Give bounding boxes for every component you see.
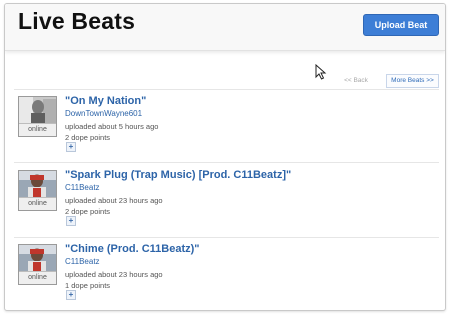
dope-points: 1 dope points xyxy=(65,281,111,290)
beat-item: online "Spark Plug (Trap Music) [Prod. C… xyxy=(5,169,445,238)
upload-time: uploaded about 23 hours ago xyxy=(65,270,163,279)
mouse-cursor-icon xyxy=(315,64,327,80)
avatar[interactable]: online xyxy=(18,170,57,211)
beat-item: online "On My Nation" DownTownWayne601 u… xyxy=(5,95,445,164)
more-beats-button[interactable]: More Beats >> xyxy=(386,74,439,88)
dope-points: 2 dope points xyxy=(65,133,111,142)
online-status-label: online xyxy=(19,197,56,210)
beat-user-link[interactable]: C11Beatz xyxy=(65,183,100,192)
add-point-button[interactable]: + xyxy=(66,290,76,300)
divider xyxy=(14,89,439,90)
upload-time: uploaded about 23 hours ago xyxy=(65,196,163,205)
live-beats-panel: Live Beats Upload Beat << Back More Beat… xyxy=(4,3,446,311)
pager-back-link[interactable]: << Back xyxy=(337,75,375,87)
add-point-button[interactable]: + xyxy=(66,216,76,226)
add-point-button[interactable]: + xyxy=(66,142,76,152)
page-header: Live Beats Upload Beat xyxy=(5,4,445,51)
divider xyxy=(14,237,439,238)
upload-time: uploaded about 5 hours ago xyxy=(65,122,159,131)
dope-points: 2 dope points xyxy=(65,207,111,216)
avatar-photo xyxy=(19,245,56,272)
divider xyxy=(14,162,439,163)
avatar[interactable]: online xyxy=(18,244,57,285)
beat-title-link[interactable]: "On My Nation" xyxy=(65,95,146,107)
online-status-label: online xyxy=(19,123,56,136)
beat-user-link[interactable]: C11Beatz xyxy=(65,257,100,266)
beat-item: online "Chime (Prod. C11Beatz)" C11Beatz… xyxy=(5,243,445,310)
page-title: Live Beats xyxy=(18,8,136,34)
upload-beat-button[interactable]: Upload Beat xyxy=(363,14,439,36)
avatar-photo xyxy=(19,97,56,124)
avatar-photo xyxy=(19,171,56,198)
beat-title-link[interactable]: "Spark Plug (Trap Music) [Prod. C11Beatz… xyxy=(65,169,291,181)
avatar[interactable]: online xyxy=(18,96,57,137)
beat-user-link[interactable]: DownTownWayne601 xyxy=(65,109,142,118)
online-status-label: online xyxy=(19,271,56,284)
beat-title-link[interactable]: "Chime (Prod. C11Beatz)" xyxy=(65,243,200,255)
